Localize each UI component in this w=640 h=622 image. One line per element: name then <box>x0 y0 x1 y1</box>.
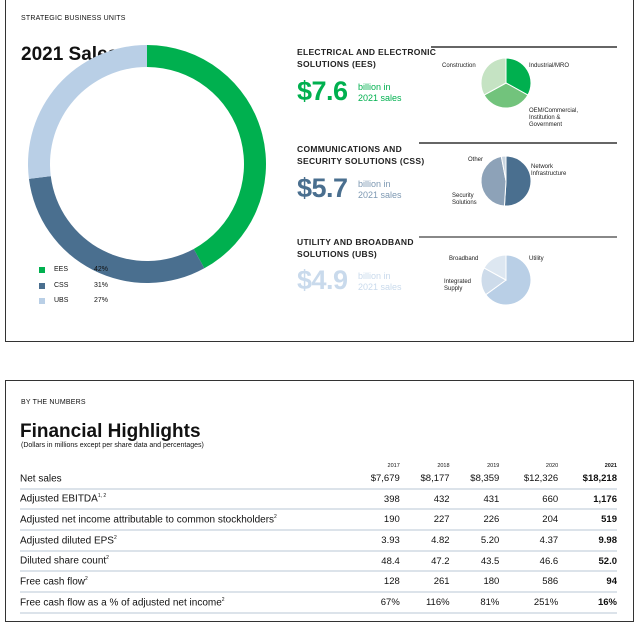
financial-highlights-panel: BY THE NUMBERS Financial Highlights (Dol… <box>5 380 634 622</box>
row-label: Adjusted EBITDA1, 2 <box>20 488 350 511</box>
cell-value: 398 <box>350 488 400 511</box>
row-label: Free cash flow2 <box>20 571 350 594</box>
table-row: Diluted share count2 48.4 47.2 43.5 46.6 52.0 <box>20 550 617 573</box>
year-header: 2019 <box>487 463 500 469</box>
table-row: Free cash flow2 128 261 180 586 94 <box>20 571 617 594</box>
cell-value: 48.4 <box>350 550 400 573</box>
cell-value: 251% <box>499 592 559 614</box>
cell-value: 586 <box>499 571 559 594</box>
cell-value: 1,176 <box>558 488 617 511</box>
cell-value: 180 <box>449 571 500 594</box>
cell-value: 16% <box>558 592 617 614</box>
cell-value: $8,359 <box>449 469 500 490</box>
row-label: Free cash flow as a % of adjusted net in… <box>20 592 350 614</box>
cell-value: 261 <box>399 571 450 594</box>
cell-value: 46.6 <box>499 550 559 573</box>
header-row: 2017 2018 2019 2020 2021 <box>20 459 617 469</box>
cell-value: 4.37 <box>499 530 559 552</box>
cell-value: 431 <box>449 488 500 511</box>
year-header: 2020 <box>545 463 559 469</box>
year-header: 2018 <box>437 463 450 469</box>
cell-value: 226 <box>449 509 500 532</box>
cell-value: 52.0 <box>558 550 617 573</box>
slice-network-infrastructure <box>503 155 532 207</box>
cell-value: 432 <box>399 488 450 511</box>
table-row: Adjusted net income attributable to comm… <box>20 509 617 532</box>
cell-value: 204 <box>499 509 559 532</box>
segment-pie-charts <box>480 57 532 306</box>
cell-value: $7,679 <box>350 469 400 490</box>
cell-value: 227 <box>399 509 450 532</box>
cell-value: 3.93 <box>350 530 400 552</box>
cell-value: 94 <box>558 571 617 594</box>
row-label: Diluted share count2 <box>20 550 350 573</box>
row-label: Adjusted net income attributable to comm… <box>20 509 350 532</box>
table-title: Financial Highlights <box>20 421 201 442</box>
year-header: 2021 <box>604 463 617 469</box>
section-label: BY THE NUMBERS <box>21 399 86 406</box>
row-label: Net sales <box>20 469 350 490</box>
table-row: Adjusted diluted EPS2 3.93 4.82 5.20 4.37 9.9… <box>20 530 617 552</box>
financial-highlights-table: 2017 2018 2019 2020 2021 Net sales $7,679 $8,17… <box>20 459 617 614</box>
table-row: Free cash flow as a % of adjusted net in… <box>20 592 617 614</box>
strategic-business-units-panel: STRATEGIC BUSINESS UNITS 2021 Sales EES 4… <box>5 0 634 342</box>
cell-value: 67% <box>350 592 400 614</box>
cell-value: 47.2 <box>399 550 450 573</box>
cell-value: $12,326 <box>499 469 559 490</box>
row-label: Adjusted diluted EPS2 <box>20 530 350 552</box>
cell-value: 519 <box>558 509 617 532</box>
year-header: 2017 <box>387 463 400 469</box>
cell-value: 660 <box>499 488 559 511</box>
cell-value: 43.5 <box>449 550 500 573</box>
table-row: Adjusted EBITDA1, 2 398 432 431 660 1,176 <box>20 488 617 511</box>
cell-value: 4.82 <box>399 530 450 552</box>
cell-value: 190 <box>350 509 400 532</box>
table-row: Net sales $7,679 $8,177 $8,359 $12,326 $18,21… <box>20 469 617 490</box>
cell-value: 5.20 <box>449 530 500 552</box>
cell-value: 116% <box>399 592 450 614</box>
cell-value: 9.98 <box>558 530 617 552</box>
cell-value: $8,177 <box>399 469 450 490</box>
table-subtitle: (Dollars in millions except per share da… <box>21 442 204 449</box>
cell-value: $18,218 <box>558 469 617 490</box>
cell-value: 128 <box>350 571 400 594</box>
cell-value: 81% <box>449 592 500 614</box>
